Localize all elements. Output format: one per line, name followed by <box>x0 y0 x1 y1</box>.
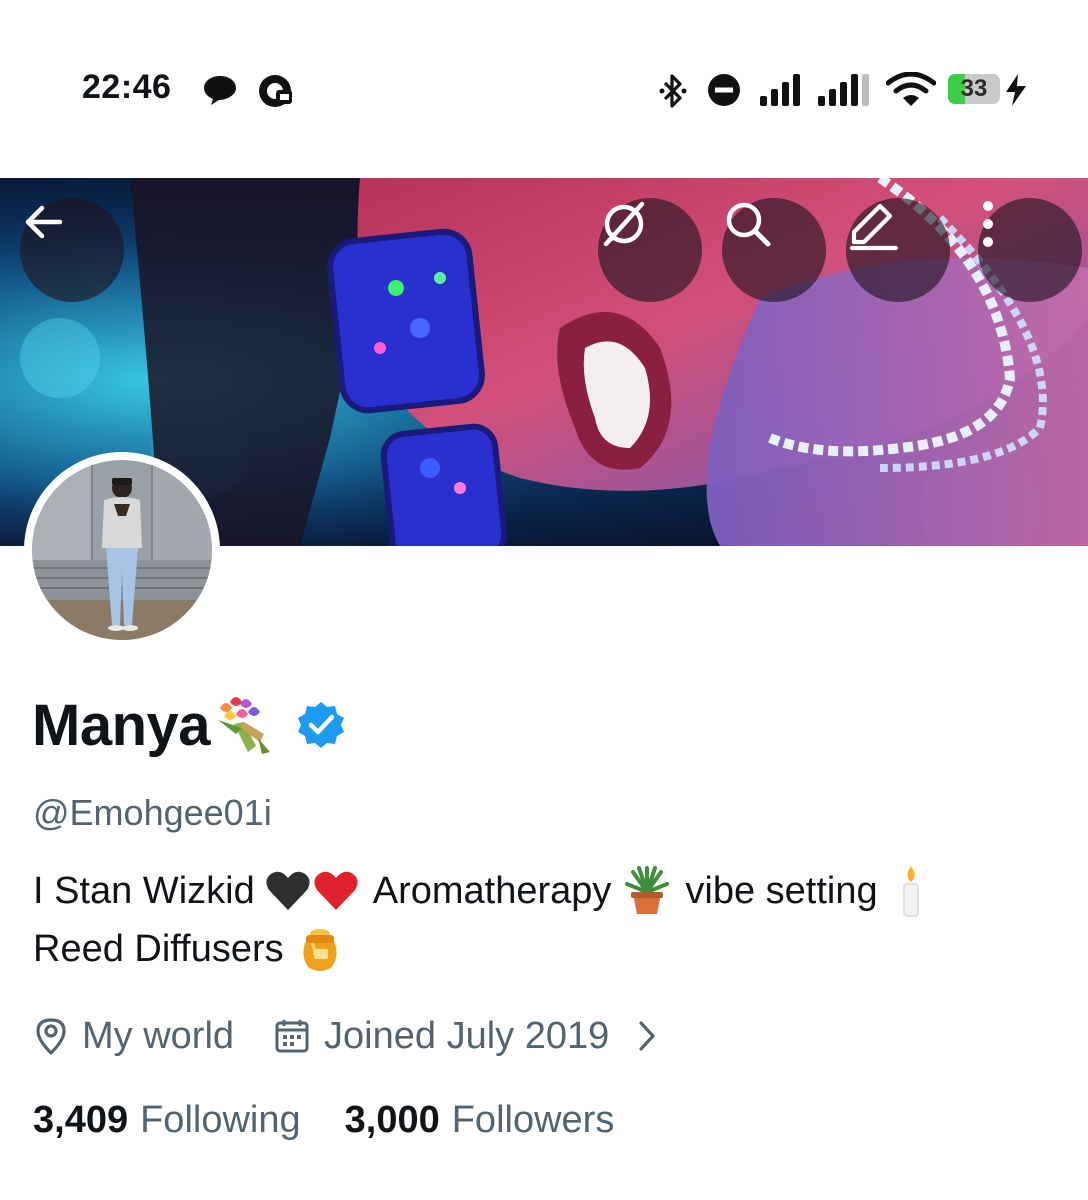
signal-icon <box>818 74 869 106</box>
red-heart-icon <box>314 871 358 910</box>
joined-date[interactable]: Joined July 2019 <box>324 1015 609 1058</box>
bio-text: Aromatherapy <box>372 870 612 912</box>
more-button[interactable] <box>978 198 1082 302</box>
following-label: Following <box>140 1098 301 1141</box>
status-bar: 22:46 33 <box>0 0 1088 178</box>
display-name: Manya <box>32 692 211 758</box>
signal-icon <box>760 74 800 106</box>
notification-app-icon <box>259 75 292 107</box>
followers-label: Followers <box>451 1098 615 1141</box>
charging-icon <box>1006 74 1026 106</box>
chat-bubble-icon <box>204 76 236 105</box>
bio-text: Reed Diffusers <box>33 928 284 970</box>
bouquet-icon <box>218 697 271 754</box>
followers-link[interactable]: 3,000 Followers <box>345 1099 615 1142</box>
verified-badge-icon <box>298 702 345 748</box>
bio-line: I Stan Wizkid Aromatherapy vibe setting <box>33 862 1053 920</box>
bio: I Stan Wizkid Aromatherapy vibe setting … <box>33 862 1053 978</box>
edit-button[interactable] <box>846 198 950 302</box>
profile-meta: My world Joined July 2019 <box>34 1008 659 1064</box>
follow-stats: 3,409 Following 3,000 Followers <box>33 1090 614 1150</box>
wifi-icon <box>886 72 936 106</box>
do-not-disturb-icon <box>708 74 740 106</box>
followers-count: 3,000 <box>344 1098 440 1141</box>
bluetooth-icon <box>659 74 687 108</box>
status-time: 22:46 <box>82 68 172 106</box>
following-count: 3,409 <box>33 1098 129 1141</box>
location-text: My world <box>82 1014 235 1057</box>
candle-icon <box>902 866 919 917</box>
bio-line: Reed Diffusers <box>33 920 1053 978</box>
location-icon <box>36 1018 66 1055</box>
battery-icon: 33 <box>948 74 1000 104</box>
bio-text: vibe setting <box>685 870 878 912</box>
bio-text: I Stan Wizkid <box>33 870 255 912</box>
chevron-right-icon[interactable] <box>635 1019 659 1053</box>
honey-pot-icon <box>303 929 337 971</box>
battery-level: 33 <box>960 75 988 102</box>
back-icon <box>25 205 63 239</box>
avatar-image <box>32 460 212 640</box>
search-button[interactable] <box>722 198 826 302</box>
back-button[interactable] <box>20 198 124 302</box>
vpn-button[interactable] <box>598 198 702 302</box>
name-row: Manya <box>32 690 346 760</box>
avatar[interactable] <box>24 452 220 648</box>
more-icon <box>983 201 993 247</box>
calendar-icon <box>275 1020 309 1053</box>
potted-plant-icon <box>625 866 670 914</box>
user-handle: @Emohgee01i <box>33 792 272 833</box>
vpn-icon <box>603 201 645 247</box>
search-icon <box>726 202 771 247</box>
following-link[interactable]: 3,409 Following <box>33 1099 301 1142</box>
edit-icon <box>849 203 899 251</box>
black-heart-icon <box>266 871 310 910</box>
